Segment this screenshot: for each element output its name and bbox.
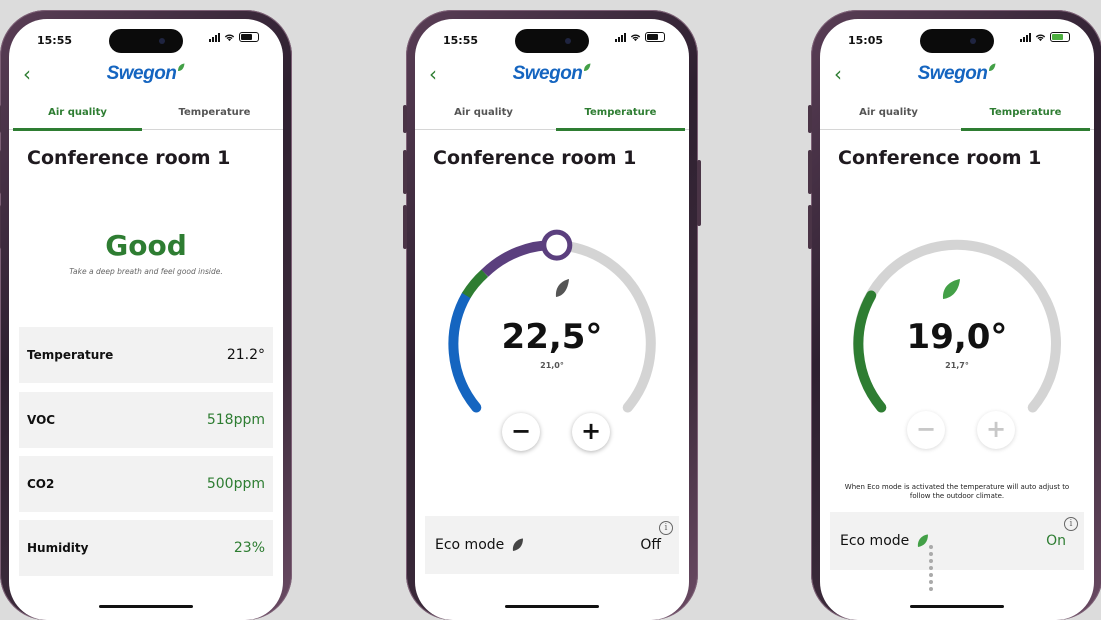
decrease-button[interactable]: − <box>907 411 945 449</box>
temperature-dial[interactable] <box>820 19 1094 499</box>
eco-mode-row[interactable]: Eco mode Off i <box>425 516 679 574</box>
eco-mode-label: Eco mode <box>840 533 929 549</box>
home-indicator[interactable] <box>99 605 193 608</box>
signal-icon <box>209 32 220 42</box>
temperature-dial[interactable] <box>415 19 689 499</box>
side-button <box>0 205 1 249</box>
leaf-icon <box>942 279 960 299</box>
phone-air-quality: 15:55 ‹ Swegon Air quality Temperature C… <box>0 10 292 620</box>
metric-value: 518ppm <box>206 412 265 428</box>
actual-temperature: 21,0° <box>540 361 564 370</box>
screen: 15:55 ‹ Swegon Air quality Temperature C… <box>415 19 689 620</box>
side-button <box>403 105 407 133</box>
actual-temperature: 21,7° <box>945 361 969 370</box>
air-quality-status: Good <box>105 229 187 262</box>
eco-mode-value[interactable]: On <box>1046 533 1066 549</box>
metric-row-humidity[interactable]: Humidity 23% <box>19 520 273 576</box>
eco-mode-note: When Eco mode is activated the temperatu… <box>844 483 1070 500</box>
side-button <box>403 205 407 249</box>
phone-temperature-eco-on: 15:05 ‹ Swegon Air quality Temperature C… <box>808 10 1101 620</box>
metric-value: 23% <box>233 540 265 556</box>
eco-mode-row[interactable]: Eco mode On i <box>830 512 1084 570</box>
increase-button[interactable]: + <box>572 413 610 451</box>
side-button <box>0 105 1 133</box>
eco-mode-label: Eco mode <box>435 537 524 553</box>
side-button <box>808 205 812 249</box>
status-time: 15:55 <box>37 34 73 47</box>
room-title: Conference room 1 <box>27 147 231 169</box>
metric-label: Humidity <box>27 541 89 555</box>
eco-mode-value[interactable]: Off <box>640 537 661 553</box>
dynamic-island <box>109 29 183 53</box>
metric-label: VOC <box>27 413 56 427</box>
phone-temperature-eco-off: 15:55 ‹ Swegon Air quality Temperature C… <box>403 10 701 620</box>
wifi-icon <box>224 34 235 41</box>
leaf-icon <box>917 534 928 547</box>
info-icon[interactable]: i <box>659 521 673 535</box>
tab-air-quality[interactable]: Air quality <box>9 107 146 131</box>
metric-value: 500ppm <box>206 476 265 492</box>
tab-temperature[interactable]: Temperature <box>146 107 283 129</box>
screen: 15:05 ‹ Swegon Air quality Temperature C… <box>820 19 1094 620</box>
setpoint-temperature: 22,5° <box>501 317 603 357</box>
leaf-icon <box>512 538 523 551</box>
side-button <box>403 150 407 194</box>
side-button <box>697 160 701 226</box>
leaf-icon <box>555 279 569 297</box>
dial-handle[interactable] <box>541 229 573 261</box>
metric-row-temperature[interactable]: Temperature 21.2° <box>19 327 273 383</box>
metric-value: 21.2° <box>226 347 265 363</box>
status-icons <box>209 32 259 42</box>
air-quality-tagline: Take a deep breath and feel good inside. <box>69 267 223 276</box>
metric-row-voc[interactable]: VOC 518ppm <box>19 392 273 448</box>
increase-button[interactable]: + <box>977 411 1015 449</box>
screen: 15:55 ‹ Swegon Air quality Temperature C… <box>9 19 283 620</box>
tab-bar: Air quality Temperature <box>9 107 283 131</box>
decrease-button[interactable]: − <box>502 413 540 451</box>
metric-label: Temperature <box>27 348 114 362</box>
info-icon[interactable]: i <box>1064 517 1078 531</box>
side-button <box>808 105 812 133</box>
setpoint-temperature: 19,0° <box>906 317 1008 357</box>
side-button <box>0 150 1 194</box>
touch-trail-indicator <box>929 545 933 594</box>
metric-row-co2[interactable]: CO2 500ppm <box>19 456 273 512</box>
home-indicator[interactable] <box>910 605 1004 608</box>
home-indicator[interactable] <box>505 605 599 608</box>
metric-label: CO2 <box>27 477 55 491</box>
battery-icon <box>239 32 259 42</box>
dial-arc-eco <box>461 269 489 299</box>
swegon-logo: Swegon <box>9 63 283 85</box>
side-button <box>808 150 812 194</box>
